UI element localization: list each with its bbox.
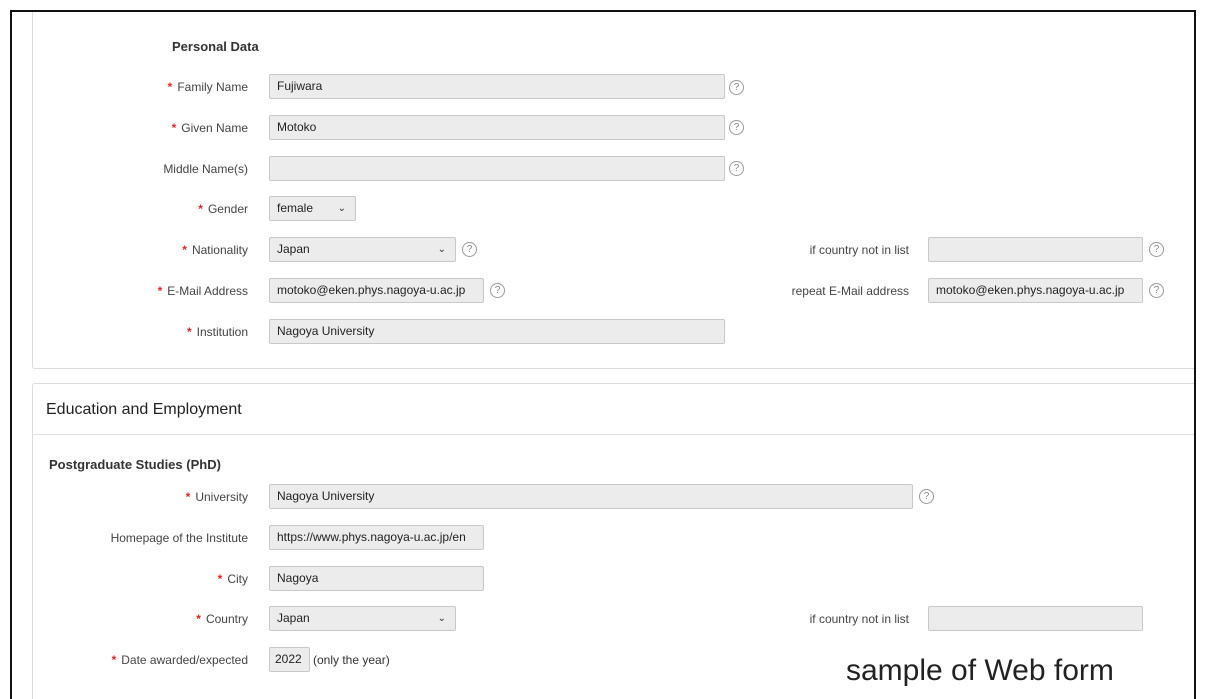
family-name-field[interactable]: Fujiwara xyxy=(269,74,725,99)
middle-name-field[interactable] xyxy=(269,156,725,181)
required-marker: * xyxy=(185,490,191,504)
country-select[interactable]: Japan ⌄ xyxy=(269,606,456,631)
education-header-divider xyxy=(33,434,1194,435)
nationality-other-label: if country not in list xyxy=(809,243,909,257)
gender-label: * Gender xyxy=(198,202,248,216)
help-icon[interactable]: ? xyxy=(729,161,744,176)
help-icon[interactable]: ? xyxy=(729,120,744,135)
help-icon[interactable]: ? xyxy=(490,283,505,298)
required-marker: * xyxy=(217,572,223,586)
university-field[interactable]: Nagoya University xyxy=(269,484,913,509)
nationality-label: * Nationality xyxy=(182,243,248,257)
institution-field[interactable]: Nagoya University xyxy=(269,319,725,344)
family-name-label: * Family Name xyxy=(167,80,248,94)
email-repeat-field[interactable]: motoko@eken.phys.nagoya-u.ac.jp xyxy=(928,278,1143,303)
given-name-field[interactable]: Motoko xyxy=(269,115,725,140)
personal-data-title: Personal Data xyxy=(172,39,259,54)
country-label: * Country xyxy=(196,612,248,626)
city-field[interactable]: Nagoya xyxy=(269,566,484,591)
required-marker: * xyxy=(198,202,203,216)
nationality-select[interactable]: Japan ⌄ xyxy=(269,237,456,262)
nationality-other-field[interactable] xyxy=(928,237,1143,262)
chevron-down-icon: ⌄ xyxy=(437,244,446,255)
required-marker: * xyxy=(167,80,173,94)
help-icon[interactable]: ? xyxy=(462,242,477,257)
email-repeat-label: repeat E-Mail address xyxy=(791,284,909,298)
help-icon[interactable]: ? xyxy=(1149,283,1164,298)
date-awarded-field[interactable]: 2022 xyxy=(269,647,310,672)
help-icon[interactable]: ? xyxy=(1149,242,1164,257)
required-marker: * xyxy=(111,653,117,667)
city-label: * City xyxy=(217,572,248,586)
gender-select[interactable]: female ⌄ xyxy=(269,196,356,221)
email-field[interactable]: motoko@eken.phys.nagoya-u.ac.jp xyxy=(269,278,484,303)
country-other-label: if country not in list xyxy=(809,612,909,626)
image-caption: sample of Web form xyxy=(846,654,1114,687)
help-icon[interactable]: ? xyxy=(729,80,744,95)
help-icon[interactable]: ? xyxy=(919,489,934,504)
country-other-field[interactable] xyxy=(928,606,1143,631)
education-title: Education and Employment xyxy=(46,401,242,418)
browser-frame: Personal Data * Family Name Fujiwara ? * G… xyxy=(10,10,1196,699)
middle-name-label: Middle Name(s) xyxy=(163,162,248,176)
date-awarded-label: * Date awarded/expected xyxy=(111,653,248,667)
required-marker: * xyxy=(186,325,192,339)
required-marker: * xyxy=(196,612,201,626)
required-marker: * xyxy=(157,284,163,298)
homepage-label: Homepage of the Institute xyxy=(110,531,248,545)
required-marker: * xyxy=(182,243,187,257)
university-label: * University xyxy=(185,490,248,504)
chevron-down-icon: ⌄ xyxy=(337,203,346,214)
phd-section-title: Postgraduate Studies (PhD) xyxy=(49,457,221,472)
email-label: * E-Mail Address xyxy=(157,284,248,298)
chevron-down-icon: ⌄ xyxy=(437,613,446,624)
homepage-field[interactable]: https://www.phys.nagoya-u.ac.jp/en xyxy=(269,525,484,550)
required-marker: * xyxy=(171,121,177,135)
date-awarded-hint: (only the year) xyxy=(313,653,390,667)
personal-data-panel xyxy=(32,12,1194,369)
given-name-label: * Given Name xyxy=(171,121,248,135)
institution-label: * Institution xyxy=(186,325,248,339)
